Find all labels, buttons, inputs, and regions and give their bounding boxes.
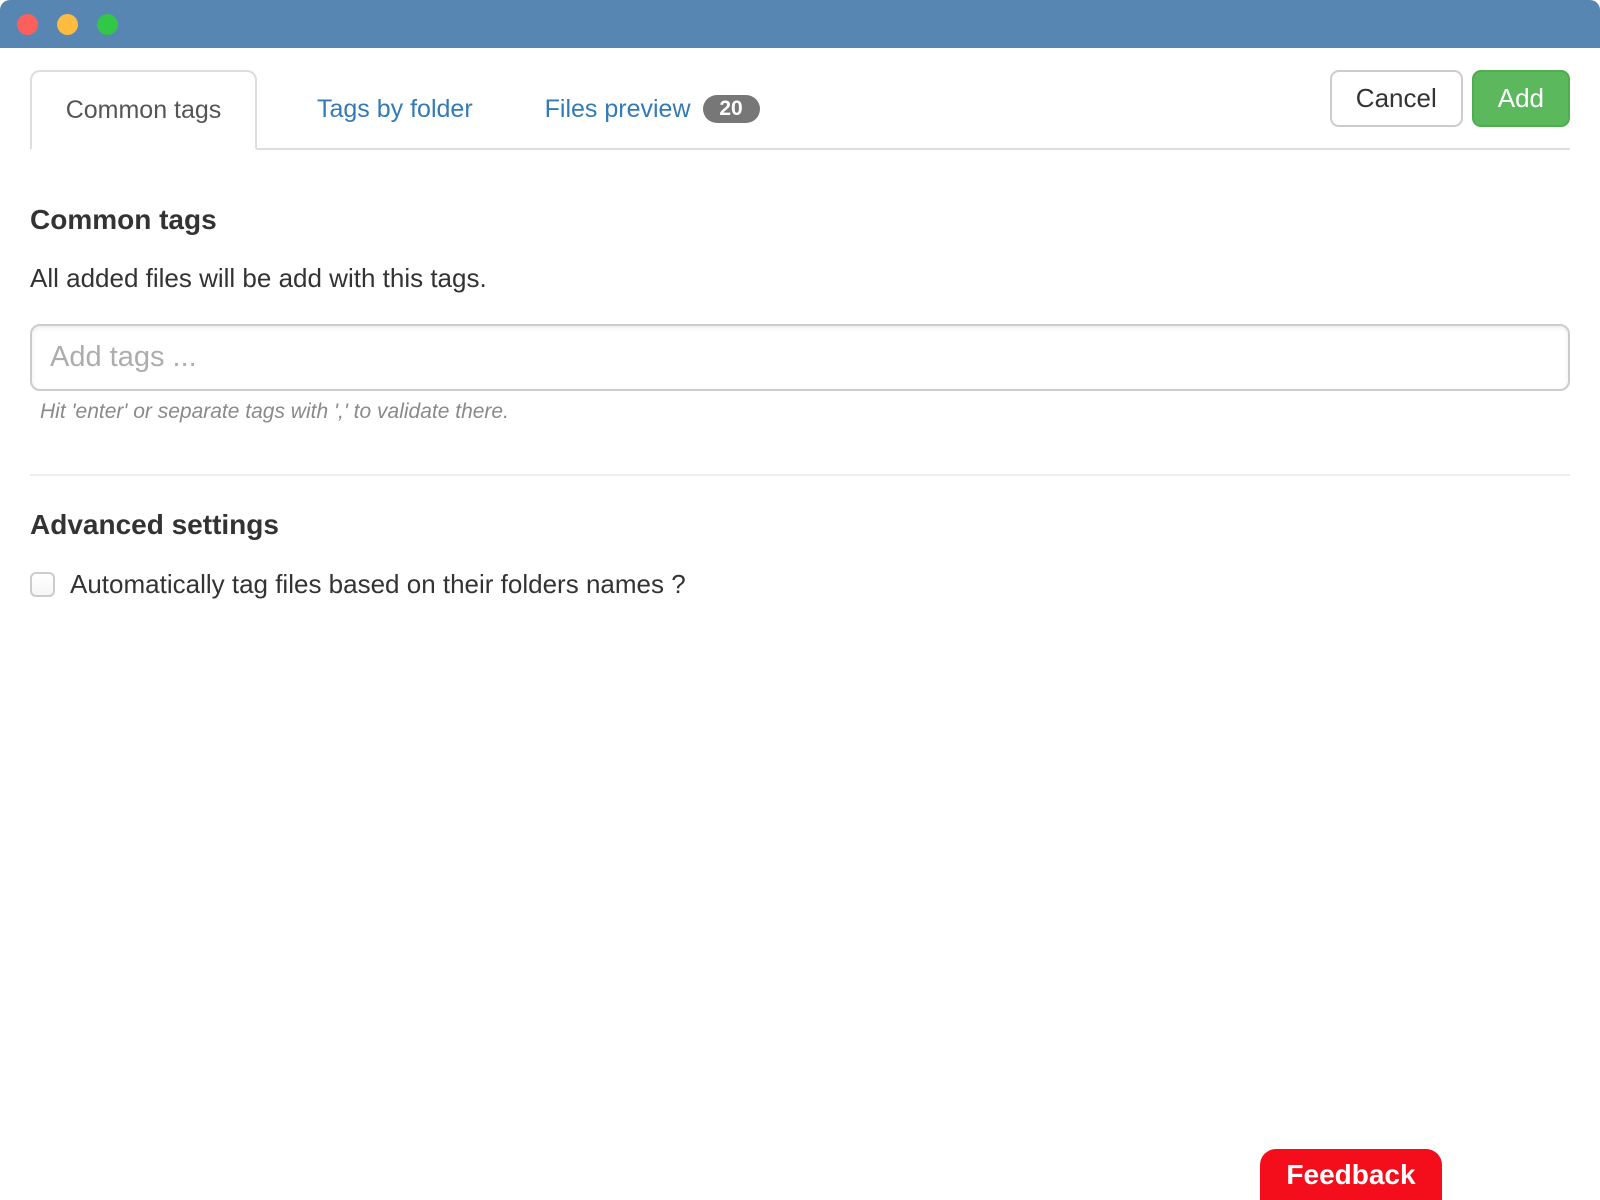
files-count-badge: 20 bbox=[702, 95, 760, 123]
tags-input[interactable] bbox=[30, 324, 1570, 391]
feedback-button[interactable]: Feedback bbox=[1260, 1149, 1442, 1200]
main-content: Common tags Tags by folder Files preview… bbox=[0, 70, 1600, 600]
window-titlebar bbox=[0, 0, 1600, 48]
tab-files-preview[interactable]: Files preview 20 bbox=[525, 70, 760, 148]
tab-tags-by-folder-label: Tags by folder bbox=[317, 94, 473, 123]
window-minimize-button[interactable] bbox=[57, 13, 78, 35]
tags-input-helper: Hit 'enter' or separate tags with ',' to… bbox=[40, 400, 509, 423]
tab-common-tags[interactable]: Common tags bbox=[30, 70, 257, 150]
common-tags-heading: Common tags bbox=[30, 204, 217, 235]
auto-tag-checkbox[interactable] bbox=[30, 572, 55, 597]
tab-common-tags-label: Common tags bbox=[65, 95, 222, 124]
tab-files-preview-label: Files preview bbox=[544, 94, 691, 123]
action-buttons: Cancel Add bbox=[1329, 70, 1570, 127]
advanced-settings-heading: Advanced settings bbox=[30, 509, 279, 540]
common-tags-description: All added files will be add with this ta… bbox=[30, 263, 487, 293]
section-divider bbox=[30, 474, 1570, 476]
tab-bar: Common tags Tags by folder Files preview… bbox=[30, 70, 1570, 150]
auto-tag-checkbox-label[interactable]: Automatically tag files based on their f… bbox=[70, 569, 686, 600]
cancel-button[interactable]: Cancel bbox=[1329, 70, 1463, 127]
add-button[interactable]: Add bbox=[1471, 70, 1570, 127]
auto-tag-option-row: Automatically tag files based on their f… bbox=[30, 569, 1570, 600]
window-close-button[interactable] bbox=[17, 13, 38, 35]
window-zoom-button[interactable] bbox=[97, 13, 118, 35]
tab-tags-by-folder[interactable]: Tags by folder bbox=[297, 70, 493, 148]
